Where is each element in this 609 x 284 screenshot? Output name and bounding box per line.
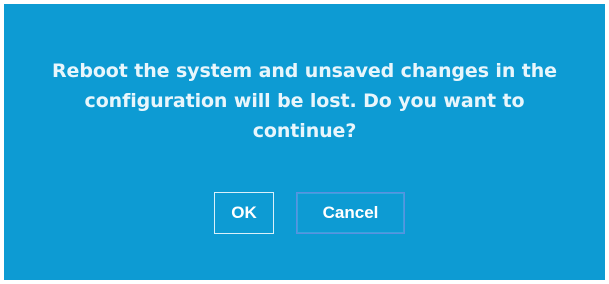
dialog-message-line-1: Reboot the system and unsaved changes in… bbox=[52, 60, 557, 82]
dialog-button-row: OK Cancel bbox=[4, 192, 605, 236]
dialog-message-line-2: configuration will be lost. Do you want … bbox=[84, 90, 525, 112]
dialog-message: Reboot the system and unsaved changes in… bbox=[4, 56, 605, 146]
dialog-message-line-3: continue? bbox=[252, 120, 357, 142]
cancel-button[interactable]: Cancel bbox=[296, 192, 405, 234]
ok-button[interactable]: OK bbox=[214, 192, 274, 234]
reboot-confirm-dialog: Reboot the system and unsaved changes in… bbox=[4, 4, 605, 280]
